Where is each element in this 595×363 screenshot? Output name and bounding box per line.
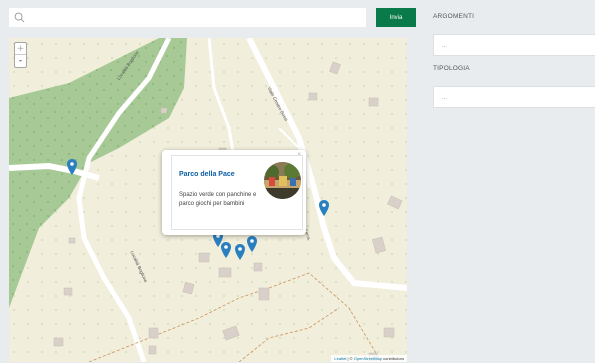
zoom-in-button[interactable]: + (15, 43, 26, 55)
argomenti-select[interactable]: ... (433, 34, 595, 56)
map-marker-icon[interactable] (235, 244, 245, 260)
leaflet-link[interactable]: Leaflet (334, 356, 346, 361)
map-attribution: Leaflet | © OpenStreetMap contributors (331, 355, 407, 362)
tipologia-select[interactable]: ... (433, 86, 595, 108)
zoom-out-button[interactable]: - (15, 55, 26, 67)
search-icon (14, 12, 25, 23)
park-photo-image (264, 162, 301, 199)
map-marker-icon[interactable] (319, 200, 329, 216)
map-popup: × Parco della Pace Spazio verde con panc… (162, 150, 306, 235)
attribution-separator: | © (346, 356, 354, 361)
search-bar: Invia (9, 8, 416, 27)
map-marker-icon[interactable] (247, 236, 257, 252)
popup-description: Spazio verde con panchine e parco giochi… (179, 192, 257, 207)
attribution-suffix: contributors (381, 356, 404, 361)
argomenti-label: ARGOMENTI (433, 13, 475, 20)
search-input[interactable] (9, 8, 366, 27)
map[interactable]: Località Boglione Località Boglione Vial… (9, 38, 407, 362)
zoom-control: + - (14, 42, 27, 68)
popup-card: Parco della Pace Spazio verde con panchi… (171, 155, 303, 230)
submit-button[interactable]: Invia (376, 8, 416, 27)
map-marker-icon[interactable] (221, 242, 231, 258)
map-marker-icon[interactable] (67, 159, 77, 175)
popup-title[interactable]: Parco della Pace (179, 171, 235, 178)
tipologia-label: TIPOLOGIA (433, 65, 470, 72)
osm-link[interactable]: OpenStreetMap (354, 356, 382, 361)
